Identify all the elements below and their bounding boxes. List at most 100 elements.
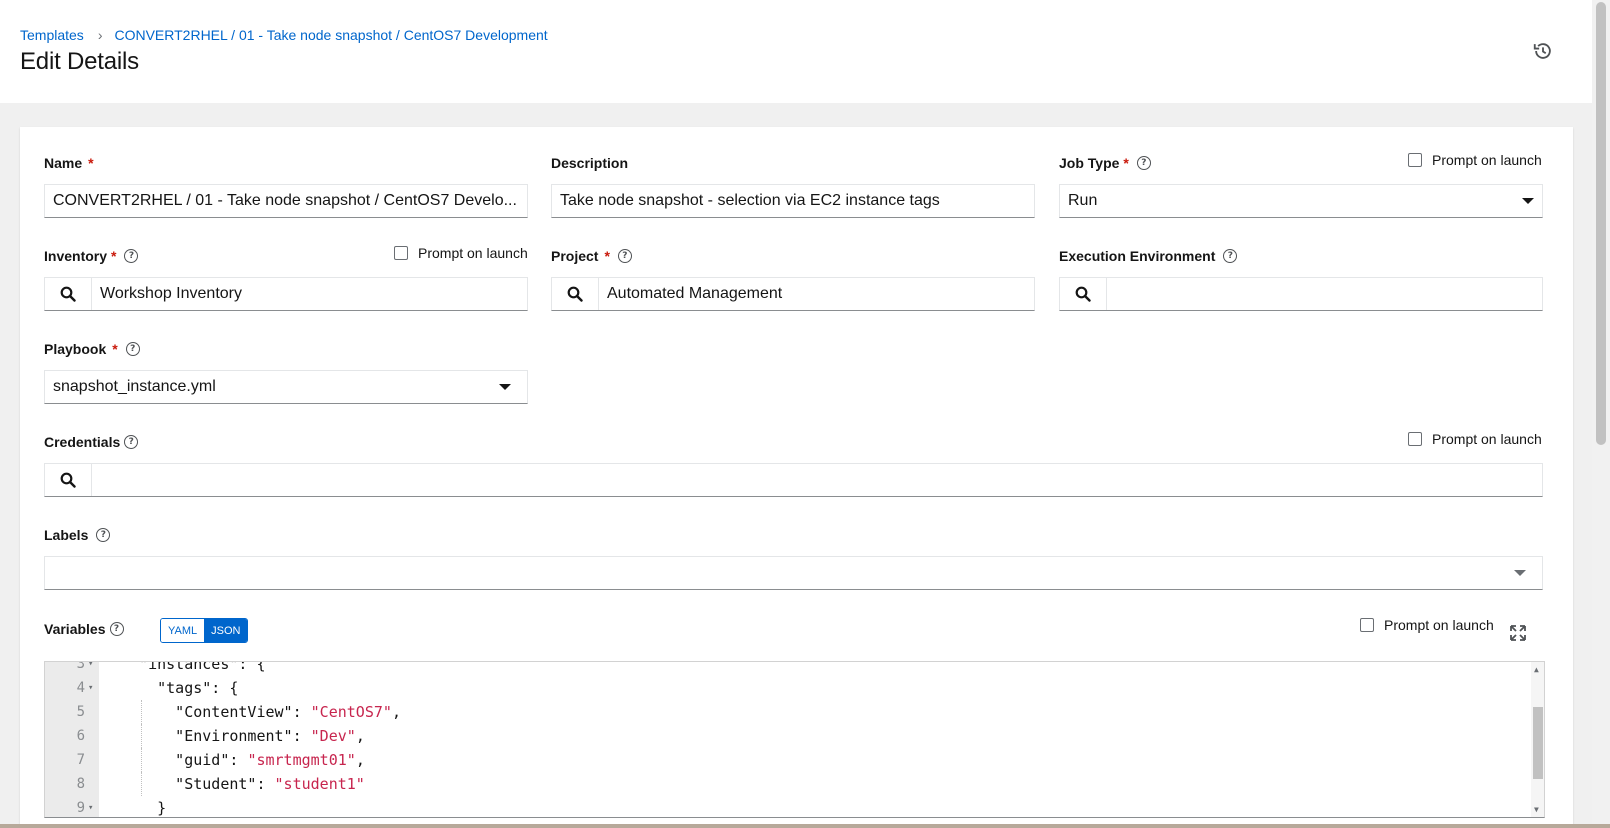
variables-code-editor[interactable]: 3 ▾ "instances": {4 ▾ "tags": {5 "ContentV…: [44, 661, 1545, 818]
line-number: 4: [76, 680, 85, 696]
code-line: 5 "ContentView": "CentOS7",: [45, 700, 1525, 724]
labels-select[interactable]: [44, 556, 1543, 590]
code-text: "ContentView": "CentOS7",: [121, 700, 401, 724]
code-token: ,: [391, 703, 401, 721]
playbook-label: Playbook *?: [44, 341, 140, 357]
project-search-button[interactable]: [552, 278, 599, 310]
job-type-help-icon[interactable]: ?: [1136, 156, 1151, 170]
description-input[interactable]: Take node snapshot - selection via EC2 i…: [551, 184, 1035, 218]
code-token: "ContentView":: [121, 703, 311, 721]
variables-prompt-checkbox[interactable]: Prompt on launch: [1360, 617, 1494, 633]
job-type-prompt-checkbox[interactable]: Prompt on launch: [1408, 152, 1542, 168]
page-title: Edit Details: [20, 48, 139, 75]
code-token: "instances": {: [121, 661, 266, 673]
breadcrumb: Templates › CONVERT2RHEL / 01 - Take nod…: [20, 27, 548, 43]
code-line: 6 "Environment": "Dev",: [45, 724, 1525, 748]
credentials-label: Credentials?: [44, 434, 139, 450]
credentials-prompt-checkbox[interactable]: Prompt on launch: [1408, 431, 1542, 447]
breadcrumb-template-link[interactable]: CONVERT2RHEL / 01 - Take node snapshot /…: [114, 27, 547, 43]
search-icon: [60, 286, 76, 302]
json-toggle-button[interactable]: JSON: [204, 619, 248, 642]
checkbox-icon[interactable]: [1408, 432, 1422, 446]
window-scroll-thumb[interactable]: [1596, 2, 1606, 445]
credentials-help-icon[interactable]: ?: [124, 435, 139, 449]
inventory-prompt-checkbox[interactable]: Prompt on launch: [394, 245, 528, 261]
breadcrumb-separator-icon: ›: [97, 27, 103, 43]
code-token: "Student":: [121, 775, 275, 793]
variables-help-icon[interactable]: ?: [109, 622, 124, 636]
labels-label: Labels?: [44, 527, 111, 543]
line-number: 7: [76, 752, 85, 768]
code-text: "instances": {: [121, 661, 266, 676]
code-token: "guid":: [121, 751, 248, 769]
code-string: "Dev": [310, 727, 356, 745]
inventory-search-button[interactable]: [45, 278, 92, 310]
window-scrollbar[interactable]: [1592, 0, 1610, 828]
code-token: "Environment":: [121, 727, 311, 745]
inventory-label: Inventory *?: [44, 248, 139, 264]
editor-scroll-thumb[interactable]: [1533, 707, 1543, 779]
execution-environment-help-icon[interactable]: ?: [1223, 249, 1238, 263]
execution-environment-search-button[interactable]: [1060, 278, 1107, 310]
labels-help-icon[interactable]: ?: [96, 528, 111, 542]
line-number: 3: [76, 661, 85, 672]
indent-guide: [141, 772, 143, 796]
code-line: 8 "Student": "student1": [45, 772, 1525, 796]
search-icon: [1075, 286, 1091, 302]
playbook-value: snapshot_instance.yml: [53, 378, 216, 395]
scroll-up-icon[interactable]: ▲: [1534, 665, 1539, 674]
caret-down-icon: [499, 384, 511, 390]
inventory-lookup[interactable]: Workshop Inventory: [44, 277, 528, 311]
playbook-help-icon[interactable]: ?: [125, 342, 140, 356]
code-string: "smrtmgmt01": [247, 751, 356, 769]
checkbox-icon[interactable]: [1408, 153, 1422, 167]
code-token: ,: [355, 751, 365, 769]
breadcrumb-templates-link[interactable]: Templates: [20, 27, 84, 43]
indent-guide: [141, 700, 143, 724]
checkbox-icon[interactable]: [1360, 618, 1374, 632]
project-label: Project *?: [551, 248, 632, 264]
name-value: CONVERT2RHEL / 01 - Take node snapshot /…: [53, 192, 517, 209]
code-string: "CentOS7": [310, 703, 392, 721]
code-token: "tags": {: [121, 679, 239, 697]
page-header: Templates › CONVERT2RHEL / 01 - Take nod…: [0, 0, 1592, 103]
job-type-select[interactable]: Run: [1059, 184, 1543, 218]
variables-label: Variables?: [44, 621, 124, 637]
fold-toggle-icon[interactable]: ▾: [88, 796, 93, 817]
job-type-value: Run: [1068, 192, 1098, 209]
inventory-help-icon[interactable]: ?: [124, 249, 139, 263]
scroll-down-icon[interactable]: ▼: [1534, 805, 1539, 814]
fold-toggle-icon[interactable]: ▾: [88, 676, 93, 700]
playbook-select[interactable]: snapshot_instance.yml: [44, 370, 528, 404]
job-type-label: Job Type *?: [1059, 155, 1151, 171]
name-input[interactable]: CONVERT2RHEL / 01 - Take node snapshot /…: [44, 184, 528, 218]
inventory-value: Workshop Inventory: [100, 285, 242, 302]
expand-icon[interactable]: [1509, 624, 1527, 642]
line-number: 6: [76, 728, 85, 744]
line-number: 5: [76, 704, 85, 720]
code-token: ,: [355, 727, 365, 745]
code-line: 9 ▾ }: [45, 796, 1525, 817]
line-number: 8: [76, 776, 85, 792]
checkbox-icon[interactable]: [394, 246, 408, 260]
indent-guide: [141, 724, 143, 748]
code-text: "guid": "smrtmgmt01",: [121, 748, 365, 772]
execution-environment-lookup[interactable]: [1059, 277, 1543, 311]
editor-scrollbar[interactable]: ▲ ▼: [1531, 662, 1544, 817]
project-help-icon[interactable]: ?: [617, 249, 632, 263]
execution-environment-label: Execution Environment?: [1059, 248, 1238, 264]
credentials-search-button[interactable]: [45, 464, 92, 496]
indent-guide: [141, 748, 143, 772]
project-value: Automated Management: [607, 285, 783, 302]
code-line: 7 "guid": "smrtmgmt01",: [45, 748, 1525, 772]
fold-toggle-icon[interactable]: ▾: [88, 662, 93, 676]
history-icon[interactable]: [1532, 40, 1554, 62]
code-token: }: [121, 799, 167, 817]
search-icon: [60, 472, 76, 488]
credentials-lookup[interactable]: [44, 463, 1543, 497]
yaml-toggle-button[interactable]: YAML: [161, 619, 205, 642]
project-lookup[interactable]: Automated Management: [551, 277, 1035, 311]
code-line: 4 ▾ "tags": {: [45, 676, 1525, 700]
description-label: Description: [551, 155, 629, 171]
desktop-edge: [0, 824, 1610, 828]
